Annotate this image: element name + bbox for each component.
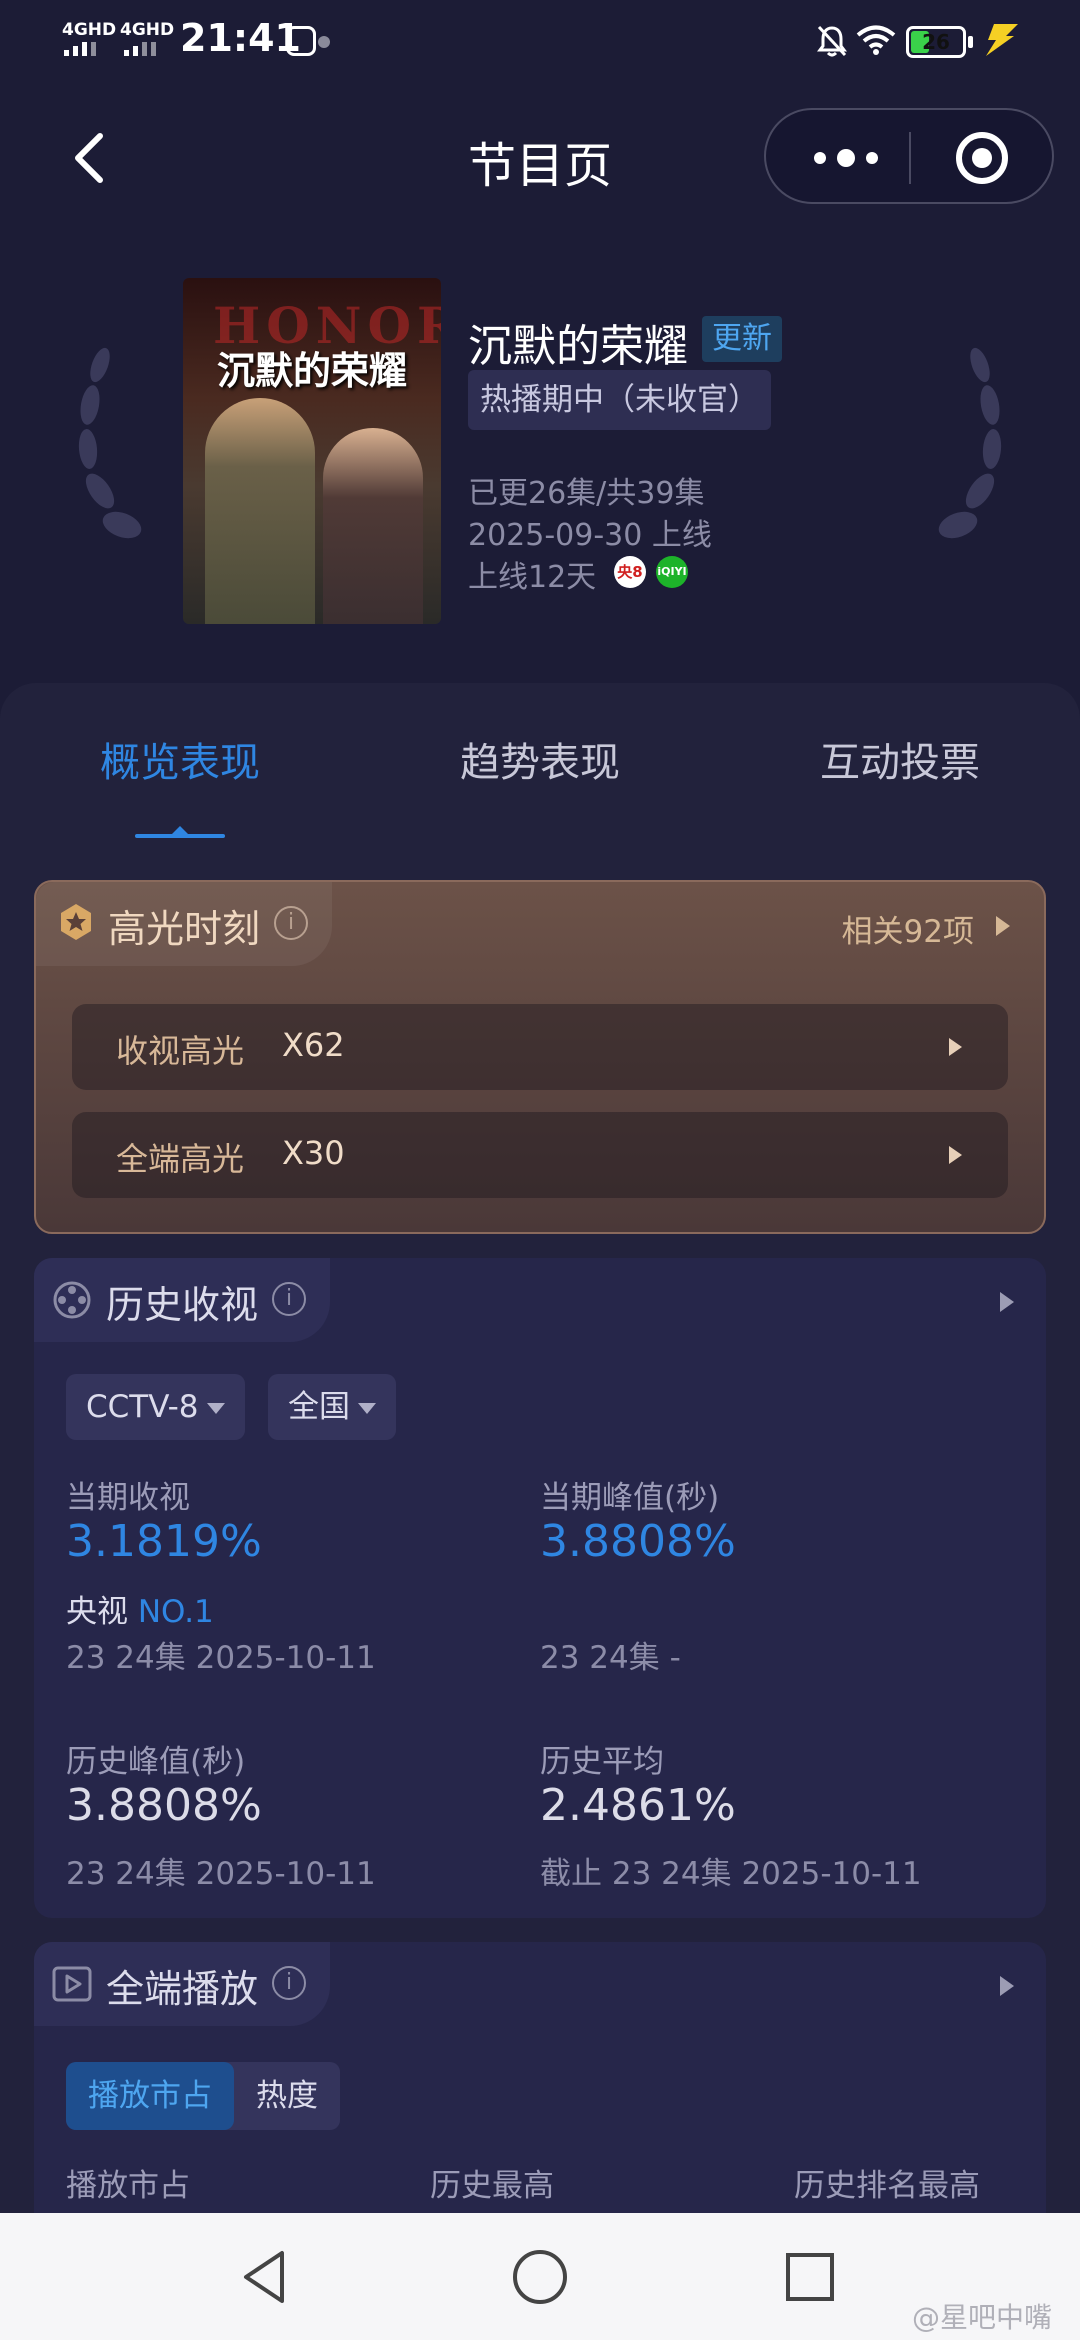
history-ratings-header: 历史收视 i — [34, 1258, 330, 1342]
history-ratings-info-icon[interactable]: i — [272, 1282, 306, 1316]
history-average-label: 历史平均 — [540, 1744, 664, 1780]
history-ratings-more-icon[interactable] — [1000, 1292, 1014, 1312]
days-online: 上线12天 — [468, 560, 597, 595]
signal-icon-2 — [124, 42, 156, 56]
current-rating-value: 3.1819% — [66, 1516, 262, 1567]
current-peak-label: 当期峰值(秒) — [540, 1480, 720, 1516]
history-high-label: 历史最高 — [430, 2168, 554, 2204]
highlights-related-link[interactable]: 相关92项 — [842, 906, 974, 951]
highlights-card: 高光时刻 i 相关92项 收视高光 X62 全端高光 X30 — [34, 880, 1046, 1234]
tab-bar: 概览表现 趋势表现 互动投票 — [0, 730, 1080, 810]
dropdown-caret-icon — [358, 1403, 376, 1414]
highlight-row-value: X30 — [282, 1134, 345, 1172]
playback-title: 全端播放 — [106, 1967, 259, 2011]
highlights-info-icon[interactable]: i — [274, 906, 308, 940]
tab-indicator-tip — [172, 826, 188, 834]
history-ratings-title: 历史收视 — [106, 1283, 259, 1327]
notification-dot-icon — [318, 36, 330, 48]
current-rank: 央视 NO.1 — [66, 1586, 214, 1631]
episode-count: 已更26集/共39集 — [468, 476, 705, 511]
highlight-row-ratings[interactable]: 收视高光 X62 — [72, 1004, 1008, 1090]
film-reel-icon — [53, 1281, 91, 1319]
region-select-value: 全国 — [288, 1389, 350, 1425]
playback-info-icon[interactable]: i — [272, 1966, 306, 2000]
current-rating-label: 当期收视 — [66, 1480, 190, 1516]
play-box-icon — [52, 1966, 92, 2002]
battery-cap — [968, 36, 973, 48]
segment-market-share[interactable]: 播放市占 — [66, 2062, 234, 2130]
mute-bell-icon — [817, 25, 847, 57]
rank-prefix: 央视 — [66, 1594, 128, 1630]
highlight-row-label: 收视高光 — [116, 1032, 245, 1070]
tab-overview[interactable]: 概览表现 — [60, 730, 300, 788]
tab-indicator — [135, 834, 225, 838]
poster-figure-woman — [323, 428, 423, 624]
network-type-2: 4GHD — [120, 20, 175, 40]
cctv8-platform-icon: 央8 — [614, 556, 646, 588]
history-rank-high-label: 历史排名最高 — [794, 2168, 980, 2204]
highlights-header: 高光时刻 i — [36, 882, 332, 966]
dropdown-caret-icon — [206, 1403, 225, 1414]
highlight-row-value: X62 — [282, 1026, 345, 1064]
signal-icon-1 — [64, 42, 96, 56]
highlight-row-all-platform[interactable]: 全端高光 X30 — [72, 1112, 1008, 1198]
history-average-value: 2.4861% — [540, 1780, 736, 1831]
history-peak-value: 3.8808% — [66, 1780, 262, 1831]
highlight-row-label: 全端高光 — [116, 1140, 245, 1178]
play-arrow-icon — [949, 1038, 962, 1056]
playback-card: 全端播放 i 播放市占 热度 播放市占 历史最高 历史排名最高 — [34, 1942, 1046, 2213]
poster-title: 沉默的荣耀 — [216, 348, 407, 393]
poster-figure-man — [205, 398, 315, 624]
channel-select[interactable]: CCTV-8 — [66, 1374, 245, 1440]
mini-program-capsule — [764, 108, 1054, 204]
program-name: 沉默的荣耀 — [468, 321, 688, 372]
current-rating-sub: 23 24集 2025-10-11 — [66, 1640, 376, 1676]
app-notification-icon — [286, 26, 316, 56]
tab-vote[interactable]: 互动投票 — [780, 730, 1020, 788]
playback-header: 全端播放 i — [34, 1942, 330, 2026]
laurel-right-icon — [938, 347, 1002, 539]
market-share-label: 播放市占 — [66, 2168, 190, 2204]
nav-home-icon[interactable] — [510, 2247, 570, 2307]
status-bar: 4GHD 4GHD 21:41 26 — [0, 0, 1080, 84]
laurel-left-icon — [78, 347, 142, 539]
highlights-title: 高光时刻 — [108, 907, 261, 951]
nav-back-icon[interactable] — [236, 2247, 296, 2307]
wifi-icon — [856, 25, 896, 55]
more-icon[interactable] — [806, 136, 886, 180]
channel-select-value: CCTV-8 — [86, 1389, 199, 1425]
play-arrow-icon — [949, 1146, 962, 1164]
rank-value: NO.1 — [137, 1594, 214, 1630]
program-poster[interactable]: HONOR 沉默的荣耀 — [183, 278, 441, 624]
watermark: @星吧中嘴 — [911, 2301, 1052, 2334]
charging-bolt-icon — [986, 24, 1018, 56]
current-peak-value: 3.8808% — [540, 1516, 736, 1567]
tab-trend[interactable]: 趋势表现 — [420, 730, 660, 788]
release-date: 2025-09-30 上线 — [468, 518, 712, 553]
iqiyi-platform-icon: iQIYI — [656, 556, 688, 588]
history-ratings-card: 历史收视 i CCTV-8 全国 当期收视 3.1819% 央视 NO.1 23… — [34, 1258, 1046, 1918]
history-peak-sub: 23 24集 2025-10-11 — [66, 1856, 376, 1892]
segment-heat[interactable]: 热度 — [234, 2062, 340, 2130]
history-peak-label: 历史峰值(秒) — [66, 1744, 246, 1780]
playback-segment-control: 播放市占 热度 — [66, 2062, 340, 2130]
network-type-1: 4GHD — [62, 20, 117, 40]
airing-status-badge: 热播期中（未收官） — [468, 370, 771, 430]
capsule-divider — [909, 132, 911, 184]
clock: 21:41 — [180, 16, 301, 60]
playback-more-icon[interactable] — [1000, 1976, 1014, 1996]
play-arrow-icon — [996, 916, 1010, 936]
history-average-sub: 截止 23 24集 2025-10-11 — [540, 1856, 922, 1892]
current-peak-sub: 23 24集 - — [540, 1640, 681, 1676]
battery-icon: 26 — [906, 26, 966, 58]
battery-level: 26 — [922, 30, 950, 54]
nav-recents-icon[interactable] — [780, 2247, 840, 2307]
star-badge-icon — [61, 904, 91, 940]
region-select[interactable]: 全国 — [268, 1374, 396, 1440]
close-mini-program-icon[interactable] — [954, 130, 1010, 186]
update-badge: 更新 — [702, 316, 782, 362]
